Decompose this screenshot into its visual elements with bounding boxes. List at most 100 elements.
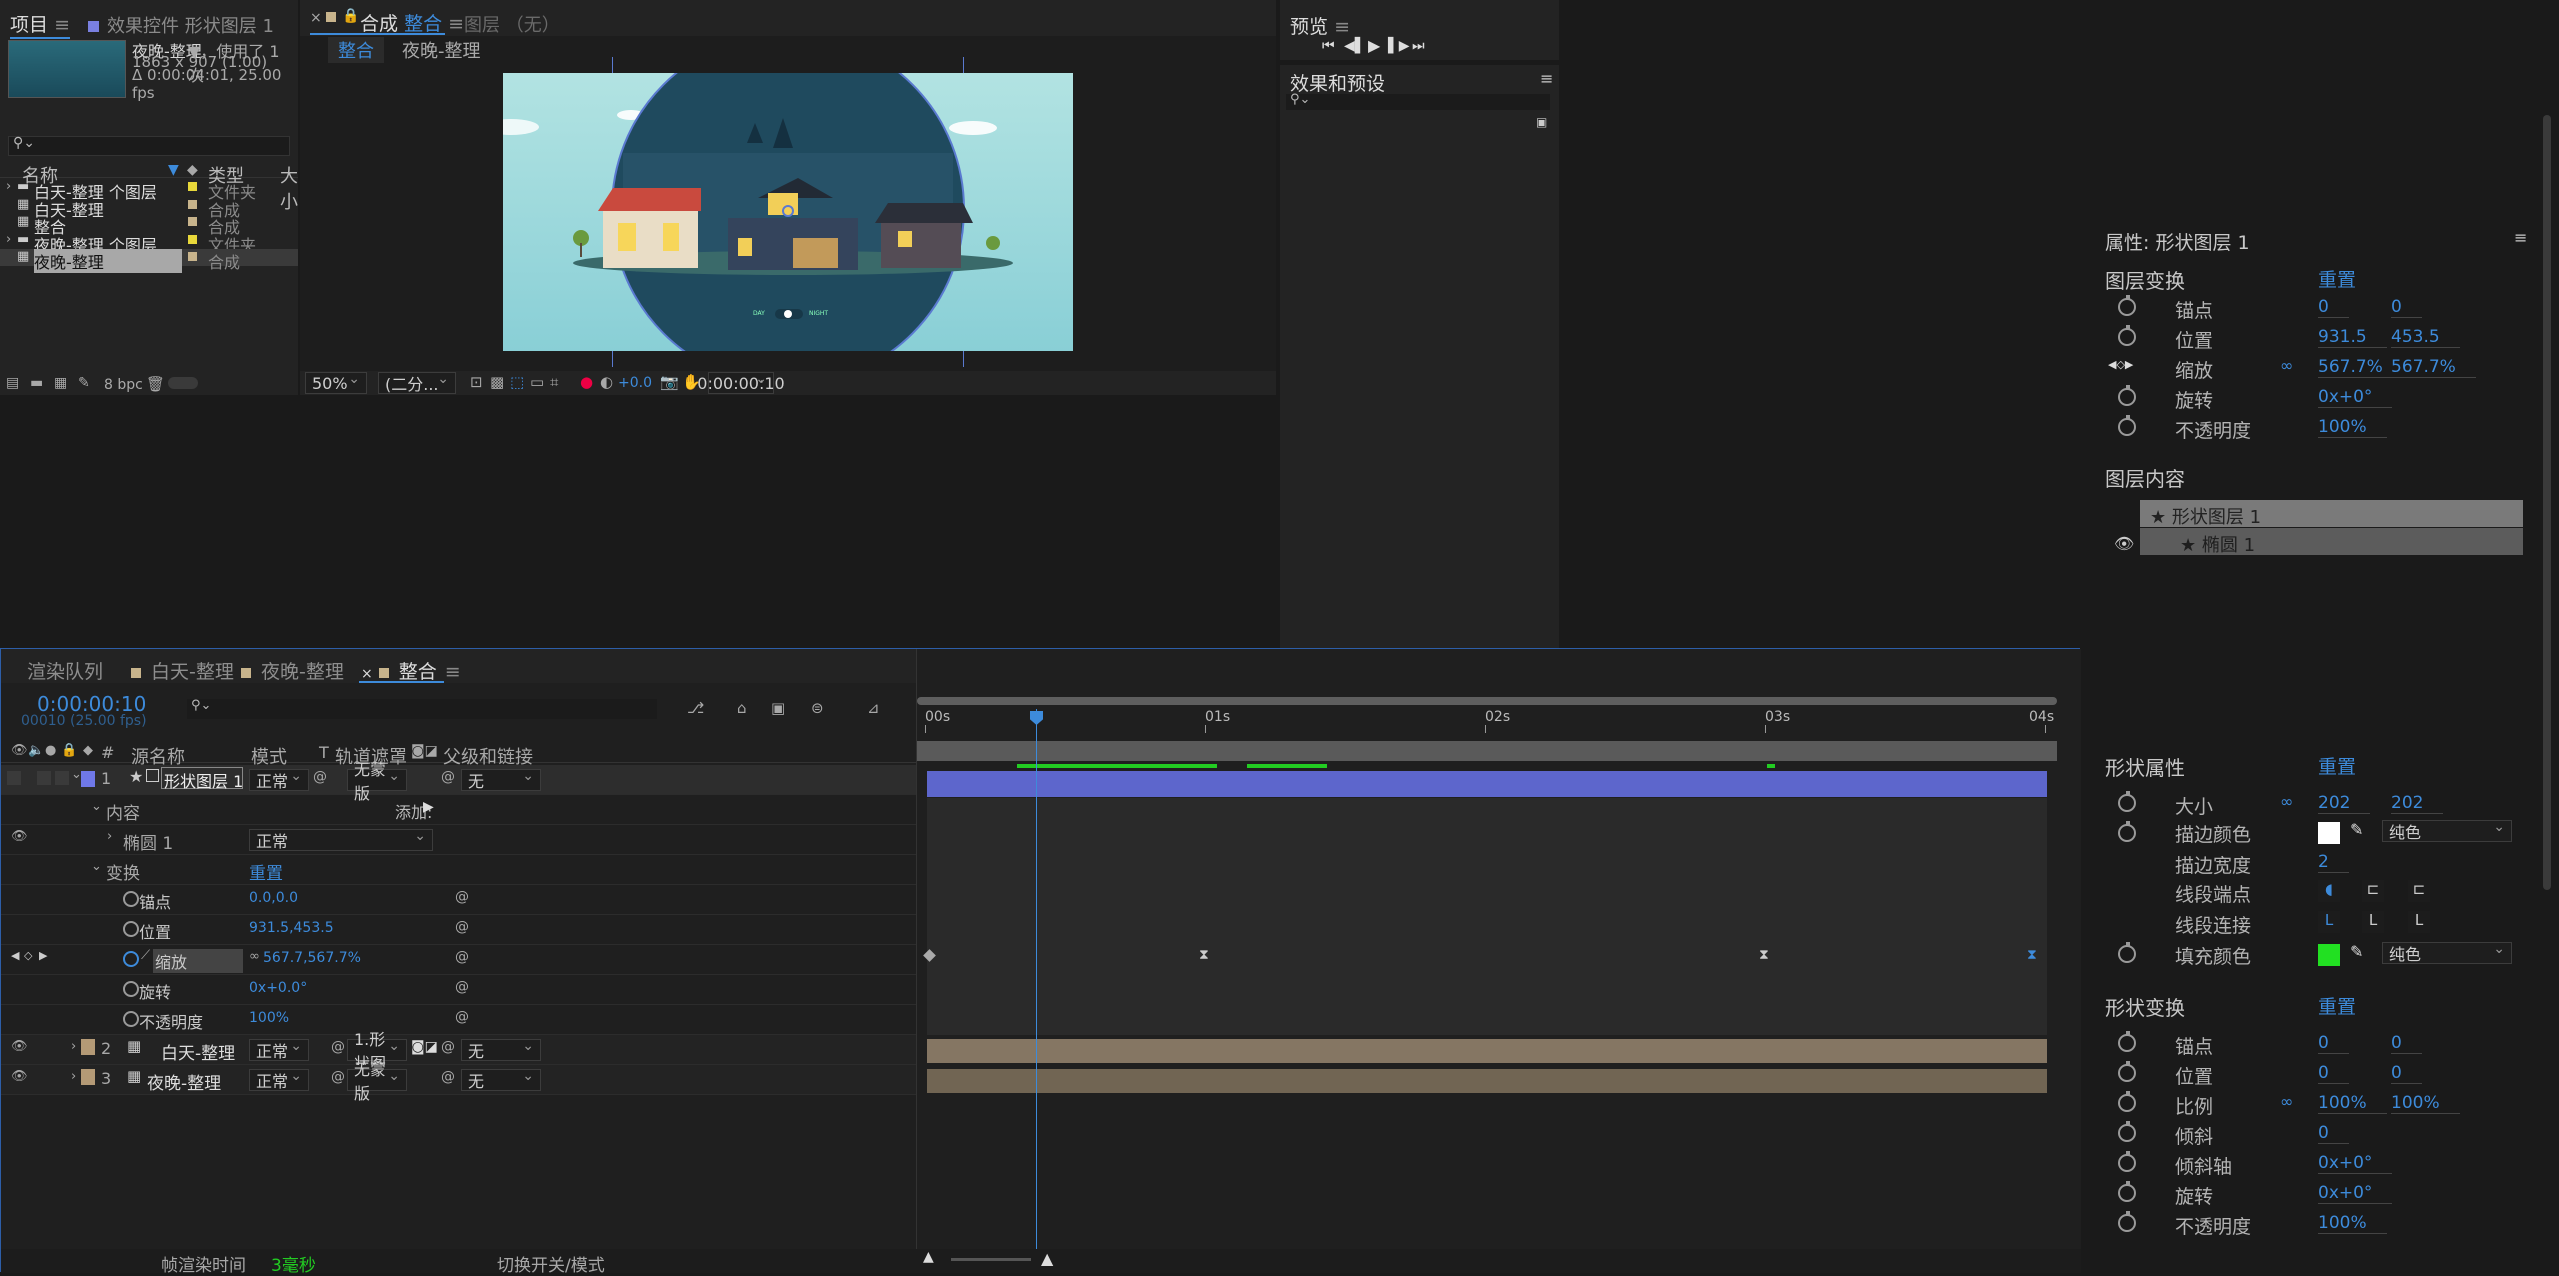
layer-row-2[interactable]: 👁 › 2 ▦ 白天-整理 正常 @ 1.形状图 ◙◪ @ 无 bbox=[1, 1030, 916, 1073]
eye-icon[interactable]: 👁 bbox=[11, 829, 28, 844]
zoom-out-icon[interactable]: ▲ bbox=[923, 1249, 934, 1265]
stopwatch-icon[interactable] bbox=[2118, 1121, 2136, 1142]
layer-transform-reset[interactable]: 重置 bbox=[2318, 265, 2356, 292]
frame-blend-icon[interactable]: ⊜ bbox=[811, 699, 824, 717]
eyedropper-icon[interactable]: ✎ bbox=[2350, 820, 2363, 839]
pickwhip-icon[interactable]: @ bbox=[441, 769, 455, 785]
timeline-tab[interactable]: × 整合 ≡ bbox=[361, 657, 461, 684]
tab-effect-controls[interactable]: 效果控件 形状图层 1 bbox=[88, 12, 274, 38]
layer-mode-dropdown[interactable]: 正常 bbox=[249, 1038, 309, 1061]
project-item[interactable]: ▦ 整合 合成 bbox=[0, 214, 298, 237]
prop-value-1[interactable]: 0x+0° bbox=[2318, 1153, 2393, 1174]
comp-flowchart-icon[interactable]: ⎇ bbox=[687, 699, 704, 717]
prop-value-1[interactable]: 100% bbox=[2318, 1213, 2387, 1234]
expression-icon[interactable]: @ bbox=[455, 889, 469, 905]
timeline-tab[interactable]: 白天-整理 bbox=[131, 657, 234, 684]
timeline-search-input[interactable]: ⚲⌄ bbox=[187, 698, 657, 719]
transform-prop-row[interactable]: ◀ ◇ ▶ ⟋ 缩放 ∞ 567.7,567.7% @ bbox=[1, 945, 916, 975]
stopwatch-icon[interactable] bbox=[123, 921, 139, 937]
shape-props-reset[interactable]: 重置 bbox=[2318, 752, 2356, 779]
label-swatch[interactable] bbox=[188, 217, 197, 226]
switch-modes-button[interactable]: 切换开关/模式 bbox=[497, 1251, 605, 1276]
cap-round-button[interactable]: ⊏ bbox=[2362, 880, 2384, 902]
prop-value-1[interactable]: 100% bbox=[2318, 1093, 2387, 1114]
stroke-color-swatch[interactable] bbox=[2318, 822, 2340, 844]
matte-link-icon[interactable]: @ bbox=[331, 1069, 345, 1085]
fill-color-swatch[interactable] bbox=[2318, 944, 2340, 966]
bpc-label[interactable]: 8 bpc bbox=[104, 377, 143, 393]
fill-type-dropdown[interactable]: 纯色 bbox=[2382, 941, 2512, 964]
join-bevel-button[interactable]: L bbox=[2408, 911, 2430, 933]
stopwatch-icon[interactable] bbox=[2118, 942, 2136, 963]
layer-parent-dropdown[interactable]: 无 bbox=[461, 1038, 541, 1061]
layer-label-swatch[interactable] bbox=[81, 1039, 95, 1055]
stroke-width-value[interactable]: 2 bbox=[2318, 852, 2349, 873]
prop-value-2[interactable]: 0 bbox=[2391, 1063, 2422, 1084]
effects-search-input[interactable]: ⚲⌄ bbox=[1286, 92, 1550, 110]
transform-prop-row[interactable]: 旋转 0x+0.0° @ bbox=[1, 975, 916, 1005]
content-item-ellipse[interactable]: ★ 椭圆 1 bbox=[2140, 528, 2523, 556]
layer3-bar[interactable] bbox=[927, 1069, 2047, 1093]
breadcrumb-item[interactable]: 夜晚-整理 bbox=[402, 37, 481, 63]
matte-link-icon[interactable]: @ bbox=[313, 769, 327, 785]
stopwatch-icon[interactable] bbox=[2118, 295, 2136, 316]
composition-canvas[interactable]: DAY NIGHT bbox=[503, 73, 1073, 351]
new-comp-icon[interactable]: ▦ bbox=[54, 375, 67, 391]
prop-value-1[interactable]: 0x+0° bbox=[2318, 387, 2393, 408]
timeline-tracks-area[interactable]: 00s 01s 02s 03s 04s ⧗ ⧗ ⧗ bbox=[916, 649, 2081, 1273]
first-frame-icon[interactable]: ⏮ bbox=[1322, 38, 1335, 54]
new-preset-icon[interactable]: ▣ bbox=[1536, 115, 1547, 129]
next-frame-icon[interactable]: ▌▶ bbox=[1388, 38, 1410, 54]
prop-value-2[interactable]: 567.7% bbox=[2391, 357, 2476, 378]
project-item[interactable]: › ▬ 夜晚-整理 个图层 文件夹 bbox=[0, 232, 298, 255]
prop-value[interactable]: 0x+0.0° bbox=[249, 980, 307, 996]
expand-chevron-icon[interactable]: › bbox=[6, 232, 11, 247]
project-item[interactable]: ▦ 白天-整理 合成 bbox=[0, 197, 298, 220]
content-item-shape-layer[interactable]: ★ 形状图层 1 bbox=[2140, 500, 2523, 528]
eye-icon[interactable]: 👁 bbox=[11, 1069, 28, 1084]
transparency-grid-icon[interactable]: ▩ bbox=[490, 373, 504, 391]
prop-value-1[interactable]: 0 bbox=[2318, 1033, 2349, 1054]
layer-matte-dropdown[interactable]: 无蒙版 bbox=[347, 760, 407, 803]
lock-toggle[interactable] bbox=[55, 771, 69, 785]
prop-value-2[interactable]: 0 bbox=[2391, 297, 2422, 318]
solo-toggle[interactable] bbox=[37, 771, 51, 785]
exposure-value[interactable]: +0.0 bbox=[618, 375, 652, 391]
size-value-1[interactable]: 202 bbox=[2318, 793, 2371, 814]
prop-value[interactable]: 931.5,453.5 bbox=[249, 920, 334, 936]
shape-transform-reset[interactable]: 重置 bbox=[2318, 992, 2356, 1019]
prop-value-1[interactable]: 100% bbox=[2318, 417, 2387, 438]
prop-value-2[interactable]: 453.5 bbox=[2391, 327, 2460, 348]
transform-prop-row[interactable]: 位置 931.5,453.5 @ bbox=[1, 915, 916, 945]
add-button[interactable]: ▶ bbox=[423, 799, 434, 815]
cap-butt-button[interactable]: ◖ bbox=[2318, 880, 2340, 902]
video-toggle[interactable] bbox=[7, 771, 21, 785]
transform-reset[interactable]: 重置 bbox=[249, 859, 283, 884]
stopwatch-icon[interactable] bbox=[2118, 385, 2136, 406]
prop-value-1[interactable]: 0 bbox=[2318, 297, 2349, 318]
prev-keyframe-icon[interactable]: ◀◇▶ bbox=[2108, 358, 2133, 371]
timeline-tab[interactable]: 夜晚-整理 bbox=[241, 657, 344, 684]
expression-icon[interactable]: @ bbox=[455, 949, 469, 965]
layer-name[interactable]: 形状图层 1 bbox=[161, 767, 243, 791]
snapshot-icon[interactable]: 📷 bbox=[660, 373, 679, 391]
stopwatch-icon[interactable] bbox=[2118, 1061, 2136, 1082]
stopwatch-icon[interactable] bbox=[2118, 1181, 2136, 1202]
menu-icon[interactable]: ≡ bbox=[445, 661, 461, 683]
prop-value-1[interactable]: 0 bbox=[2318, 1063, 2349, 1084]
expand-chevron-icon[interactable]: ⌄ bbox=[91, 859, 102, 874]
layer-name[interactable]: 白天-整理 bbox=[161, 1039, 235, 1064]
keyframe-4[interactable]: ⧗ bbox=[2027, 947, 2037, 963]
color-channel-icon[interactable]: ● bbox=[580, 373, 593, 391]
viewer-timecode[interactable]: 0:00:00:10 bbox=[697, 371, 785, 394]
label-swatch[interactable] bbox=[188, 182, 197, 191]
pickwhip-icon[interactable]: @ bbox=[441, 1069, 455, 1085]
layer-label-swatch[interactable] bbox=[81, 771, 95, 787]
prop-value-1[interactable]: 0x+0° bbox=[2318, 1183, 2393, 1204]
expression-icon[interactable]: @ bbox=[455, 979, 469, 995]
graph-icon[interactable]: ⟋ bbox=[141, 948, 150, 963]
playhead[interactable] bbox=[1036, 709, 1037, 1269]
lock-icon[interactable]: 🔒 bbox=[342, 8, 359, 24]
prop-value-2[interactable]: 0 bbox=[2391, 1033, 2422, 1054]
ellipse-mode-dropdown[interactable]: 正常 bbox=[249, 828, 433, 851]
